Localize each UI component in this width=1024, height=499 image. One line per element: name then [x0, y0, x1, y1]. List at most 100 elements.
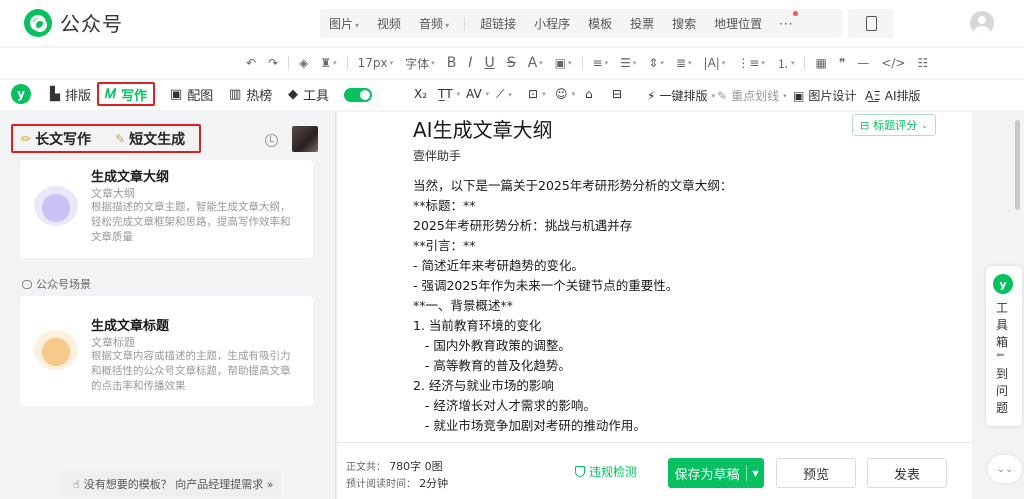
undo-icon[interactable]: ↶ — [240, 56, 262, 70]
ai-write-icon: 𝑀 — [105, 86, 116, 102]
violation-check-button[interactable]: 违规检测 — [575, 463, 637, 480]
shield-icon — [575, 466, 585, 477]
more-icon[interactable]: ☷ — [911, 56, 934, 70]
divider — [464, 16, 466, 31]
article-title[interactable]: AI生成文章大纲 — [413, 114, 553, 143]
background-color-icon[interactable]: ▣ ▾ — [549, 56, 578, 70]
tab-short-form[interactable]: ✎ 短文生成 — [115, 129, 185, 149]
score-icon: ⊟ — [860, 118, 870, 132]
subscript-icon[interactable]: X₂ — [414, 87, 427, 101]
card-title: 生成文章大纲 — [91, 170, 170, 185]
insert-template[interactable]: 模板 — [579, 15, 621, 32]
divider — [804, 56, 806, 70]
scrollbar-thumb[interactable] — [1015, 120, 1020, 210]
mobile-preview-button[interactable] — [848, 9, 894, 38]
align-left-icon[interactable]: ≡ ▾ — [587, 56, 615, 70]
chevron-down-icon: ⌄ — [921, 120, 928, 130]
tab-tools[interactable]: ◆ 工具 — [288, 82, 329, 106]
body-line: - 国内外教育政策的调整。 — [413, 338, 571, 353]
insert-vote[interactable]: 投票 — [621, 15, 663, 32]
ai-layout-button[interactable]: A͟Ξ AI排版 — [865, 87, 921, 104]
underline-button[interactable]: U — [478, 55, 500, 71]
app-name: 公众号 — [60, 12, 123, 36]
html-icon[interactable]: ⌂ — [585, 87, 593, 101]
article-body[interactable]: 当然，以下是一篇关于2025年考研形势分析的文章大纲： **标题：** 2025… — [413, 176, 953, 436]
insert-image[interactable]: 图片 ▾ — [320, 15, 368, 32]
yiban-logo-icon: y — [993, 274, 1013, 294]
italic-button[interactable]: I — [462, 55, 478, 71]
body-line: **标题：** — [413, 198, 476, 213]
tab-trending[interactable]: ▥ 热榜 — [229, 82, 272, 106]
insert-more-button[interactable]: ··· — [771, 10, 801, 31]
publish-button[interactable]: 发表 — [867, 458, 947, 488]
insert-video[interactable]: 视频 — [368, 15, 410, 32]
insert-search[interactable]: 搜索 — [663, 15, 705, 32]
emoji-icon[interactable]: ☺ ▾ — [555, 87, 575, 101]
feedback-link[interactable]: ☝ 没有想要的模板？ 向产品经理提需求 » — [59, 471, 281, 497]
user-avatar[interactable] — [292, 126, 318, 152]
body-line: 当然，以下是一篇关于2025年考研形势分析的文章大纲： — [413, 178, 733, 193]
font-size-select[interactable]: 17px ▾ — [352, 56, 400, 70]
magic-wand-icon[interactable]: ⟋ ▾ — [496, 87, 512, 102]
quote-icon[interactable]: ❞ — [833, 56, 851, 70]
font-color-button[interactable]: A ▾ — [522, 55, 549, 71]
account-avatar[interactable] — [970, 11, 994, 35]
line-height-icon[interactable]: ⇕ ▾ — [642, 56, 670, 70]
body-line: 1. 当前教育环境的变化 — [413, 318, 542, 333]
format-painter-icon[interactable]: ♜ ▾ — [314, 56, 342, 70]
card-generate-title[interactable]: 生成文章标题 文章标题 根据文章内容或描述的主题，生成有吸引力和概括性的公众号文… — [20, 296, 313, 406]
plugin-toggle[interactable] — [344, 88, 372, 102]
code-icon[interactable]: </> — [875, 56, 911, 70]
body-line: **一、背景概述** — [413, 298, 514, 313]
title-score-button[interactable]: ⊟ 标题评分 ⌄ — [852, 114, 936, 136]
preview-button[interactable]: 预览 — [776, 458, 856, 488]
paragraph-spacing-icon[interactable]: ≣ ▾ — [670, 56, 698, 70]
tools-cube-icon: ◆ — [288, 86, 298, 102]
insert-hyperlink[interactable]: 超链接 — [471, 15, 525, 32]
redo-icon[interactable]: ↷ — [262, 56, 284, 70]
tab-long-form[interactable]: ✏ 长文写作 — [21, 129, 91, 149]
text-style-icon[interactable]: T̲T ▾ — [438, 87, 460, 101]
table-icon[interactable]: ▦ — [809, 56, 832, 70]
strikethrough-button[interactable]: S — [501, 55, 522, 71]
body-line: **引言：** — [413, 238, 476, 253]
body-line: - 简述近年来考研趋势的变化。 — [413, 258, 584, 273]
notification-dot — [792, 10, 798, 16]
editor-area[interactable]: AI生成文章大纲 壹伴助手 ⊟ 标题评分 ⌄ 当然，以下是一篇关于2025年考研… — [338, 112, 972, 442]
chevron-down-icon[interactable]: ▼ — [747, 469, 764, 478]
collapse-button[interactable]: ⌄⌄ — [988, 455, 1022, 483]
card-subtitle: 文章标题 — [91, 336, 135, 349]
article-author[interactable]: 壹伴助手 — [413, 147, 461, 164]
briefcase-icon[interactable]: ⊟ — [612, 87, 622, 101]
jump-to-issue-label[interactable]: 到问题 — [996, 366, 1010, 417]
numbered-list-icon[interactable]: ⒈ ▾ — [771, 55, 801, 72]
letter-spacing-icon[interactable]: |A| ▾ — [698, 56, 732, 70]
list-icon[interactable]: ⋮≡ ▾ — [731, 56, 771, 70]
toolbox-label: 工具箱 — [996, 301, 1009, 349]
clear-format-icon[interactable]: ◈ — [293, 56, 314, 70]
mobile-icon — [865, 16, 877, 31]
insert-location[interactable]: 地理位置 — [705, 15, 771, 32]
tab-image[interactable]: ▣ 配图 — [170, 82, 213, 106]
save-draft-button[interactable]: 保存为草稿 ▼ — [668, 458, 764, 488]
divider-line-icon[interactable]: — — [851, 56, 875, 70]
body-line: 2025年考研形势分析：挑战与机遇并存 — [413, 218, 633, 233]
yiban-logo-icon[interactable]: y — [11, 84, 31, 104]
history-icon[interactable] — [265, 134, 278, 147]
bold-button[interactable]: B — [441, 55, 463, 71]
image-design-button[interactable]: ▣ 图片设计 — [793, 87, 856, 104]
toolbox-panel[interactable]: y 工具箱 ⬅ 到问题 — [986, 266, 1022, 426]
highlight-underline-button[interactable]: ✎ 重点划线 ▾ — [717, 87, 787, 104]
app-logo[interactable]: 公众号 — [24, 8, 123, 37]
tab-layout[interactable]: ▙ 排版 — [50, 82, 91, 106]
card-generate-outline[interactable]: 生成文章大纲 文章大纲 根据描述的文章主题，智能生成文章大纲，轻松完成文章框架和… — [20, 160, 313, 258]
chart-icon[interactable]: ⊡ ▾ — [528, 87, 546, 101]
letter-spacing-av-icon[interactable]: AV ▾ — [466, 87, 489, 101]
insert-mini-program[interactable]: 小程序 — [525, 15, 579, 32]
insert-audio[interactable]: 音频 ▾ — [410, 15, 458, 32]
indent-icon[interactable]: ☰ ▾ — [614, 56, 642, 70]
tab-writing[interactable]: 𝑀 写作 — [97, 82, 156, 106]
hand-icon: ☝ — [73, 477, 80, 491]
font-family-select[interactable]: 字体 ▾ — [399, 55, 441, 72]
one-click-layout-button[interactable]: ⚡ 一键排版 ▾ — [647, 87, 715, 104]
